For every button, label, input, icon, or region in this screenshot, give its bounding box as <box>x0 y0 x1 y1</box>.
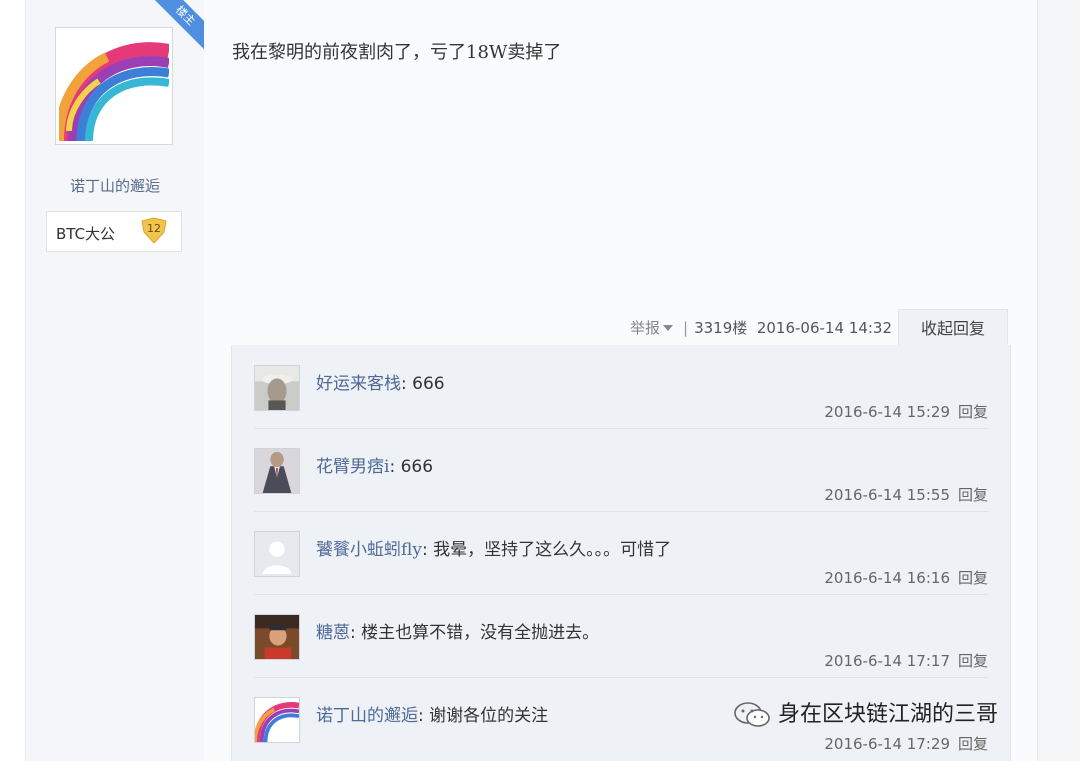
reply-author[interactable]: 糖蒽 <box>316 623 350 643</box>
reply-avatar[interactable] <box>254 531 300 577</box>
man-photo-avatar-icon <box>255 366 299 410</box>
reply-text: 谢谢各位的关注 <box>429 706 549 726</box>
reply-meta: 2016-6-14 16:16 回复 <box>824 567 988 588</box>
floor-number: 3319 <box>694 319 733 337</box>
reply-time: 2016-6-14 15:55 <box>824 486 950 504</box>
reply-colon: : <box>401 374 413 394</box>
reply-avatar[interactable] <box>254 614 300 660</box>
reply-line: 好运来客栈: 666 <box>316 369 445 394</box>
reply-button[interactable]: 回复 <box>958 403 988 421</box>
left-gutter <box>0 0 25 761</box>
level-shield-icon: 12 <box>141 217 167 244</box>
list-item: 好运来客栈: 666 2016-6-14 15:29 回复 <box>254 345 988 429</box>
author-name[interactable]: 诺丁山的邂逅 <box>25 175 205 196</box>
meta-separator: | <box>683 319 689 337</box>
list-item: 糖蒽: 楼主也算不错，没有全抛进去。 2016-6-14 17:17 回复 <box>254 594 988 678</box>
chevron-down-icon[interactable] <box>663 325 674 331</box>
reply-avatar[interactable] <box>254 365 300 411</box>
rainbow-avatar-icon <box>255 698 299 742</box>
badge-level: 12 <box>147 222 161 235</box>
default-user-avatar-icon <box>255 532 299 576</box>
post-text: 我在黎明的前夜割肉了，亏了18W卖掉了 <box>232 42 562 63</box>
reply-text: 666 <box>400 457 434 477</box>
op-ribbon-label: 楼主 <box>146 0 204 52</box>
right-gutter <box>1037 0 1080 761</box>
person-photo-avatar-icon <box>255 615 299 659</box>
reply-time: 2016-6-14 16:16 <box>824 569 950 587</box>
watermark-text: 身在区块链江湖的三哥 <box>778 702 999 727</box>
reply-button[interactable]: 回复 <box>958 652 988 670</box>
reply-avatar[interactable] <box>254 697 300 743</box>
reply-time: 2016-6-14 17:29 <box>824 735 950 753</box>
reply-text: 我晕，坚持了这么久。。。可惜了 <box>433 540 672 560</box>
reply-time: 2016-6-14 17:17 <box>824 652 950 670</box>
post-datetime: 2016-06-14 14:32 <box>756 319 892 337</box>
reply-line: 花臂男痞i: 666 <box>316 452 433 477</box>
reply-author[interactable]: 饕餮小蚯蚓fly <box>316 540 422 560</box>
suit-photo-avatar-icon <box>255 449 299 493</box>
reply-line: 诺丁山的邂逅: 谢谢各位的关注 <box>316 701 548 726</box>
reply-text: 666 <box>412 374 445 394</box>
reply-colon: : <box>350 623 362 643</box>
reply-button[interactable]: 回复 <box>958 569 988 587</box>
reply-colon: : <box>389 457 401 477</box>
reply-button[interactable]: 回复 <box>958 735 988 753</box>
reply-button[interactable]: 回复 <box>958 486 988 504</box>
reply-author[interactable]: 花臂男痞i <box>316 457 389 477</box>
reply-time: 2016-6-14 15:29 <box>824 403 950 421</box>
reply-text: 楼主也算不错，没有全抛进去。 <box>361 623 600 643</box>
reply-line: 糖蒽: 楼主也算不错，没有全抛进去。 <box>316 618 599 643</box>
reply-author[interactable]: 诺丁山的邂逅 <box>316 706 418 726</box>
author-badge[interactable]: BTC大公 12 <box>46 211 182 252</box>
post-meta: 举报 | 3319楼 2016-06-14 14:32 <box>630 317 892 338</box>
reply-meta: 2016-6-14 15:29 回复 <box>824 401 988 422</box>
reply-colon: : <box>421 540 434 560</box>
reply-line: 饕餮小蚯蚓fly: 我晕，坚持了这么久。。。可惜了 <box>316 535 671 560</box>
watermark: 身在区块链江湖的三哥 <box>732 696 998 729</box>
collapse-replies-button[interactable]: 收起回复 <box>898 309 1008 346</box>
list-item: 花臂男痞i: 666 2016-6-14 15:55 回复 <box>254 428 988 512</box>
reply-meta: 2016-6-14 17:29 回复 <box>824 733 988 754</box>
reply-meta: 2016-6-14 15:55 回复 <box>824 484 988 505</box>
report-link[interactable]: 举报 <box>630 319 660 337</box>
wechat-icon <box>734 702 770 727</box>
list-item: 饕餮小蚯蚓fly: 我晕，坚持了这么久。。。可惜了 2016-6-14 16:1… <box>254 511 988 595</box>
reply-colon: : <box>418 706 430 726</box>
badge-label: BTC大公 <box>56 225 116 243</box>
floor-suffix: 楼 <box>732 319 748 337</box>
reply-meta: 2016-6-14 17:17 回复 <box>824 650 988 671</box>
reply-avatar[interactable] <box>254 448 300 494</box>
op-ribbon: 楼主 <box>140 0 204 52</box>
reply-author[interactable]: 好运来客栈 <box>316 374 401 394</box>
